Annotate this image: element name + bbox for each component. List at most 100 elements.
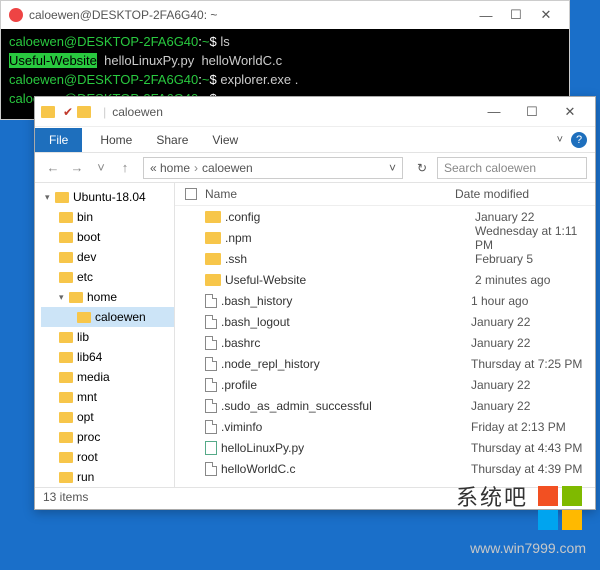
recent-dropdown-icon[interactable]: ˅ — [91, 160, 111, 175]
folder-icon — [41, 106, 55, 118]
watermark-brand: 系统吧 — [456, 480, 528, 512]
tree-label: home — [87, 290, 117, 304]
tree-item-ubuntu[interactable]: ▾Ubuntu-18.04 — [41, 187, 174, 207]
file-list[interactable]: Name Date modified .config January 22 .np… — [175, 183, 595, 487]
file-row[interactable]: .bash_logoutJanuary 22 — [175, 311, 595, 332]
item-count: 13 items — [43, 490, 88, 504]
ribbon: File Home Share View ˅ ? — [35, 127, 595, 153]
help-icon[interactable]: ? — [571, 132, 587, 148]
folder-icon — [59, 332, 73, 343]
tab-file[interactable]: File — [35, 128, 82, 152]
file-name: .profile — [221, 378, 471, 392]
maximize-button[interactable]: ☐ — [513, 104, 551, 120]
watermark-url: www.win7999.com — [470, 540, 586, 556]
file-name: .npm — [225, 231, 475, 245]
tree-item-etc[interactable]: etc — [41, 267, 174, 287]
search-input[interactable]: Search caloewen — [437, 157, 587, 179]
tree-item-opt[interactable]: opt — [41, 407, 174, 427]
file-row[interactable]: .bash_history1 hour ago — [175, 290, 595, 311]
close-button[interactable]: ✕ — [531, 7, 561, 23]
up-button[interactable]: ↑ — [115, 160, 135, 175]
file-row[interactable]: helloLinuxPy.pyThursday at 4:43 PM — [175, 437, 595, 458]
forward-button[interactable]: → — [67, 160, 87, 175]
ribbon-expand-icon[interactable]: ˅ — [549, 134, 571, 146]
file-row[interactable]: .viminfoFriday at 2:13 PM — [175, 416, 595, 437]
address-bar[interactable]: « home › caloewen ˅ — [143, 157, 403, 179]
tree-item-run[interactable]: run — [41, 467, 174, 487]
file-icon — [205, 294, 217, 308]
python-file-icon — [205, 441, 217, 455]
tree-item-dev[interactable]: dev — [41, 247, 174, 267]
prompt-path: ~ — [202, 72, 210, 87]
prompt-user: caloewen@DESKTOP-2FA6G40 — [9, 72, 198, 87]
file-name: helloWorldC.c — [221, 462, 471, 476]
refresh-button[interactable]: ↻ — [411, 161, 433, 175]
file-row[interactable]: .bashrcJanuary 22 — [175, 332, 595, 353]
file-name: .bashrc — [221, 336, 471, 350]
breadcrumb-home[interactable]: « home — [150, 161, 190, 175]
terminal-titlebar[interactable]: caloewen@DESKTOP-2FA6G40: ~ — ☐ ✕ — [1, 1, 569, 29]
close-button[interactable]: ✕ — [551, 104, 589, 120]
folder-icon — [77, 312, 91, 323]
minimize-button[interactable]: — — [471, 8, 501, 23]
tree-item-media[interactable]: media — [41, 367, 174, 387]
ls-output-highlighted: Useful-Website — [9, 53, 97, 68]
folder-icon — [59, 452, 73, 463]
file-date: Thursday at 4:43 PM — [471, 441, 595, 455]
explorer-titlebar[interactable]: ✔ | caloewen — ☐ ✕ — [35, 97, 595, 127]
file-row[interactable]: .sudo_as_admin_successfulJanuary 22 — [175, 395, 595, 416]
back-button[interactable]: ← — [43, 160, 63, 175]
file-icon — [205, 357, 217, 371]
folder-icon — [205, 274, 221, 286]
prompt-path: ~ — [202, 34, 210, 49]
tree-label: etc — [77, 270, 93, 284]
tree-item-boot[interactable]: boot — [41, 227, 174, 247]
file-date: January 22 — [471, 336, 595, 350]
tree-label: run — [77, 470, 94, 484]
file-row[interactable]: .node_repl_historyThursday at 7:25 PM — [175, 353, 595, 374]
minimize-button[interactable]: — — [475, 104, 513, 119]
tree-label: mnt — [77, 390, 97, 404]
chevron-right-icon: › — [194, 161, 198, 175]
maximize-button[interactable]: ☐ — [501, 7, 531, 23]
tree-label: opt — [77, 410, 94, 424]
file-icon — [205, 420, 217, 434]
file-icon — [205, 462, 217, 476]
tree-item-lib64[interactable]: lib64 — [41, 347, 174, 367]
tree-item-home[interactable]: ▾home — [41, 287, 174, 307]
file-date: 2 minutes ago — [475, 273, 595, 287]
qat-checkmark-icon[interactable]: ✔ — [63, 105, 73, 119]
tree-item-proc[interactable]: proc — [41, 427, 174, 447]
file-row[interactable]: helloWorldC.cThursday at 4:39 PM — [175, 458, 595, 479]
file-row[interactable]: .npmWednesday at 1:11 PM — [175, 227, 595, 248]
file-row[interactable]: .profileJanuary 22 — [175, 374, 595, 395]
nav-tree[interactable]: ▾Ubuntu-18.04 bin boot dev etc ▾home cal… — [35, 183, 175, 487]
tab-share[interactable]: Share — [144, 128, 200, 152]
tree-item-root[interactable]: root — [41, 447, 174, 467]
tab-home[interactable]: Home — [88, 128, 144, 152]
tree-item-lib[interactable]: lib — [41, 327, 174, 347]
folder-icon — [59, 412, 73, 423]
folder-icon — [59, 212, 73, 223]
column-name[interactable]: Name — [205, 187, 455, 201]
search-placeholder: Search caloewen — [444, 161, 536, 175]
qat-separator: | — [103, 105, 106, 119]
address-dropdown-icon[interactable]: ˅ — [389, 161, 396, 175]
microsoft-logo-icon — [538, 486, 582, 530]
file-row[interactable]: Useful-Website2 minutes ago — [175, 269, 595, 290]
tree-item-mnt[interactable]: mnt — [41, 387, 174, 407]
tree-item-bin[interactable]: bin — [41, 207, 174, 227]
column-date[interactable]: Date modified — [455, 187, 595, 201]
breadcrumb-caloewen[interactable]: caloewen — [202, 161, 253, 175]
tab-view[interactable]: View — [200, 128, 250, 152]
select-all-checkbox[interactable] — [183, 187, 205, 201]
file-date: February 5 — [475, 252, 595, 266]
file-name: .config — [225, 210, 475, 224]
folder-icon — [69, 292, 83, 303]
tree-label: lib64 — [77, 350, 102, 364]
tree-item-caloewen[interactable]: caloewen — [41, 307, 174, 327]
tree-label: caloewen — [95, 310, 146, 324]
file-icon — [205, 399, 217, 413]
folder-icon — [77, 106, 91, 118]
file-row[interactable]: .sshFebruary 5 — [175, 248, 595, 269]
